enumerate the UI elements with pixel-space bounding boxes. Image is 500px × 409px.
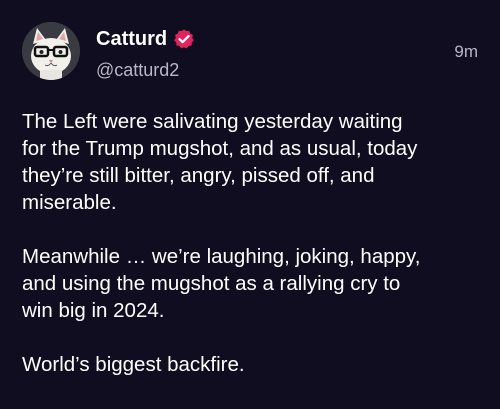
avatar[interactable] xyxy=(22,22,80,80)
post-paragraph: World’s biggest backfire. xyxy=(22,353,245,376)
post-timestamp[interactable]: 9m xyxy=(454,42,478,62)
post-card: Catturd @catturd2 9m The Left were saliv… xyxy=(0,0,500,409)
author-handle[interactable]: @catturd2 xyxy=(96,59,179,81)
post-body: The Left were salivating yesterday waiti… xyxy=(22,108,482,378)
post-paragraph: The Left were salivating yesterday waiti… xyxy=(22,110,418,214)
verified-badge-icon xyxy=(173,28,195,50)
display-name[interactable]: Catturd xyxy=(96,27,167,51)
author-name-row: Catturd xyxy=(96,27,195,51)
post-paragraph: Meanwhile … we’re laughing, joking, happ… xyxy=(22,245,421,322)
